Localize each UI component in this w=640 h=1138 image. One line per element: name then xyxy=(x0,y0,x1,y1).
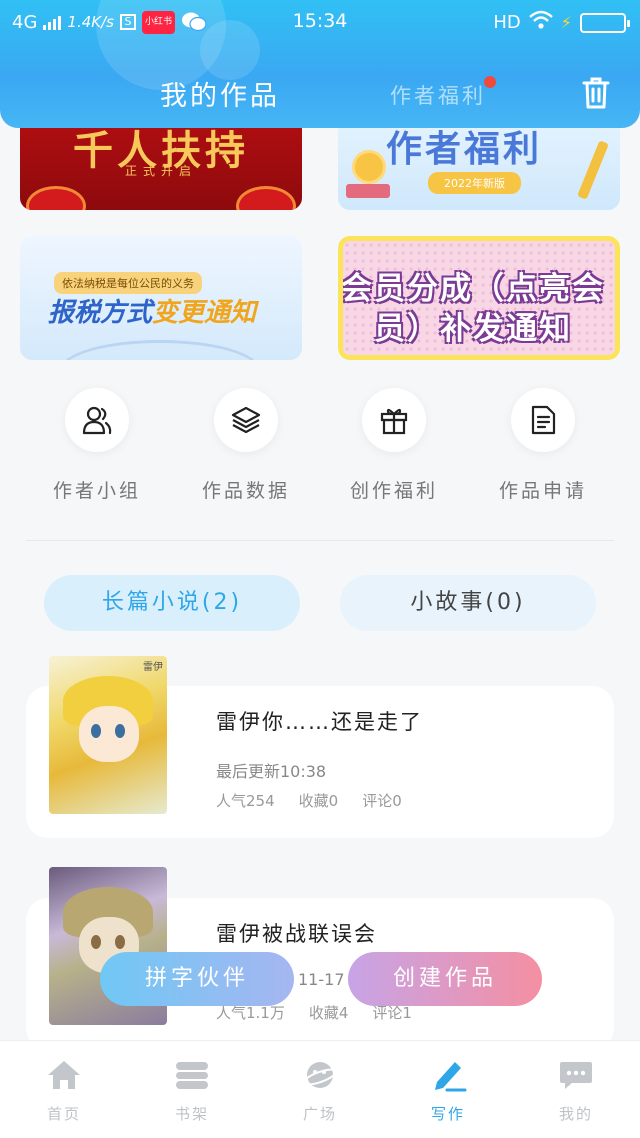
nav-writing[interactable]: 写作 xyxy=(384,1055,512,1124)
banner-title: 报税方式变更通知 xyxy=(48,292,256,329)
quick-entry-row: 作者小组 作品数据 创作福利 作品申请 xyxy=(0,388,640,508)
chat-bubble-icon xyxy=(556,1055,596,1095)
entry-creation-welfare[interactable]: 创作福利 xyxy=(319,388,469,503)
banner-tax-notice[interactable]: 依法纳税是每位公民的义务 报税方式变更通知 xyxy=(20,236,302,360)
section-divider xyxy=(26,540,614,541)
hd-label: HD xyxy=(493,12,521,33)
notification-s-icon: S xyxy=(119,14,136,30)
bookshelf-icon xyxy=(172,1055,212,1095)
banner-decor-cloud xyxy=(236,186,296,210)
banner-decor-arc xyxy=(60,340,260,360)
work-title: 雷伊被战联误会 xyxy=(216,922,377,946)
banner-title-part-b: 变更通知 xyxy=(152,298,257,328)
work-cover[interactable]: 雷伊 xyxy=(49,656,167,814)
stat-popularity: 人气254 xyxy=(216,792,275,810)
battery-icon xyxy=(580,12,630,33)
cover-art xyxy=(115,935,125,949)
cover-tag: 雷伊 xyxy=(143,662,163,673)
entry-work-application[interactable]: 作品申请 xyxy=(468,388,618,503)
banner-decor-cloud xyxy=(26,186,86,210)
tab-short-story[interactable]: 小故事(0) xyxy=(340,575,596,631)
page-title[interactable]: 我的作品 xyxy=(160,74,280,113)
stat-comments: 评论0 xyxy=(362,792,402,810)
notification-dot xyxy=(484,76,496,88)
bottom-nav: 首页 书架 广场 写作 我的 xyxy=(0,1040,640,1138)
document-icon xyxy=(511,388,575,452)
cover-art xyxy=(79,706,139,762)
net-speed: 1.4K/s xyxy=(67,13,114,31)
work-update-time: 11-17 xyxy=(298,970,345,989)
gift-icon xyxy=(362,388,426,452)
banner-title-part-a: 报税方式 xyxy=(48,298,153,328)
nav-mine[interactable]: 我的 xyxy=(512,1055,640,1124)
banner-subtitle: 正式开启 xyxy=(124,164,197,178)
cover-art xyxy=(91,724,101,738)
cover-art xyxy=(115,724,125,738)
stat-favorites: 收藏0 xyxy=(298,792,339,810)
entry-label: 创作福利 xyxy=(349,480,438,502)
work-title: 雷伊你……还是走了 xyxy=(216,710,423,734)
top-header: 4G 1.4K/s S 小红书 15:34 HD ⚡ 我的作品 作者福利 xyxy=(0,0,640,128)
charging-icon: ⚡ xyxy=(560,13,572,32)
nav-label: 首页 xyxy=(46,1105,81,1123)
tab-author-welfare[interactable]: 作者福利 xyxy=(390,80,486,110)
wechat-icon xyxy=(181,11,207,33)
books-icon xyxy=(346,184,390,198)
home-icon xyxy=(44,1055,84,1095)
entry-label: 作品申请 xyxy=(498,480,587,502)
writing-partner-button[interactable]: 拼字伙伴 xyxy=(100,952,294,1006)
planet-icon xyxy=(300,1055,340,1095)
network-label: 4G xyxy=(12,11,38,33)
pencil-icon xyxy=(577,140,609,200)
banner-member-share[interactable]: 会员分成（点亮会员）补发通知 xyxy=(338,236,620,360)
nav-home[interactable]: 首页 xyxy=(0,1055,128,1124)
entry-work-data[interactable]: 作品数据 xyxy=(171,388,321,503)
signal-icon xyxy=(43,14,62,30)
banner-tagline: 依法纳税是每位公民的义务 xyxy=(54,272,202,294)
nav-label: 书架 xyxy=(174,1105,209,1123)
create-work-button[interactable]: 创建作品 xyxy=(348,952,542,1006)
pen-icon xyxy=(428,1055,468,1095)
stat-favorites: 收藏4 xyxy=(308,1004,349,1022)
work-stats: 人气254 收藏0 评论0 xyxy=(216,790,402,811)
banner-year-pill: 2022年新版 xyxy=(428,172,521,194)
header-nav: 我的作品 作者福利 xyxy=(0,66,640,116)
nav-label: 广场 xyxy=(302,1105,337,1123)
nav-plaza[interactable]: 广场 xyxy=(256,1055,384,1124)
banner-title: 会员分成（点亮会员）补发通知 xyxy=(341,271,605,347)
entry-author-group[interactable]: 作者小组 xyxy=(22,388,172,503)
layers-icon xyxy=(214,388,278,452)
work-update-time: 最后更新10:38 xyxy=(216,762,327,781)
nav-label: 我的 xyxy=(558,1105,593,1123)
entry-label: 作者小组 xyxy=(52,480,141,502)
nav-bookshelf[interactable]: 书架 xyxy=(128,1055,256,1124)
trash-icon[interactable] xyxy=(580,76,612,110)
wifi-icon xyxy=(528,10,553,35)
xiaohongshu-icon: 小红书 xyxy=(141,10,175,34)
people-icon xyxy=(65,388,129,452)
status-bar: 4G 1.4K/s S 小红书 15:34 HD ⚡ xyxy=(0,0,640,44)
alarm-clock-icon xyxy=(352,150,386,184)
tab-long-novel[interactable]: 长篇小说(2) xyxy=(44,575,300,631)
cover-art xyxy=(91,935,101,949)
entry-label: 作品数据 xyxy=(201,480,290,502)
nav-label: 写作 xyxy=(430,1105,465,1123)
